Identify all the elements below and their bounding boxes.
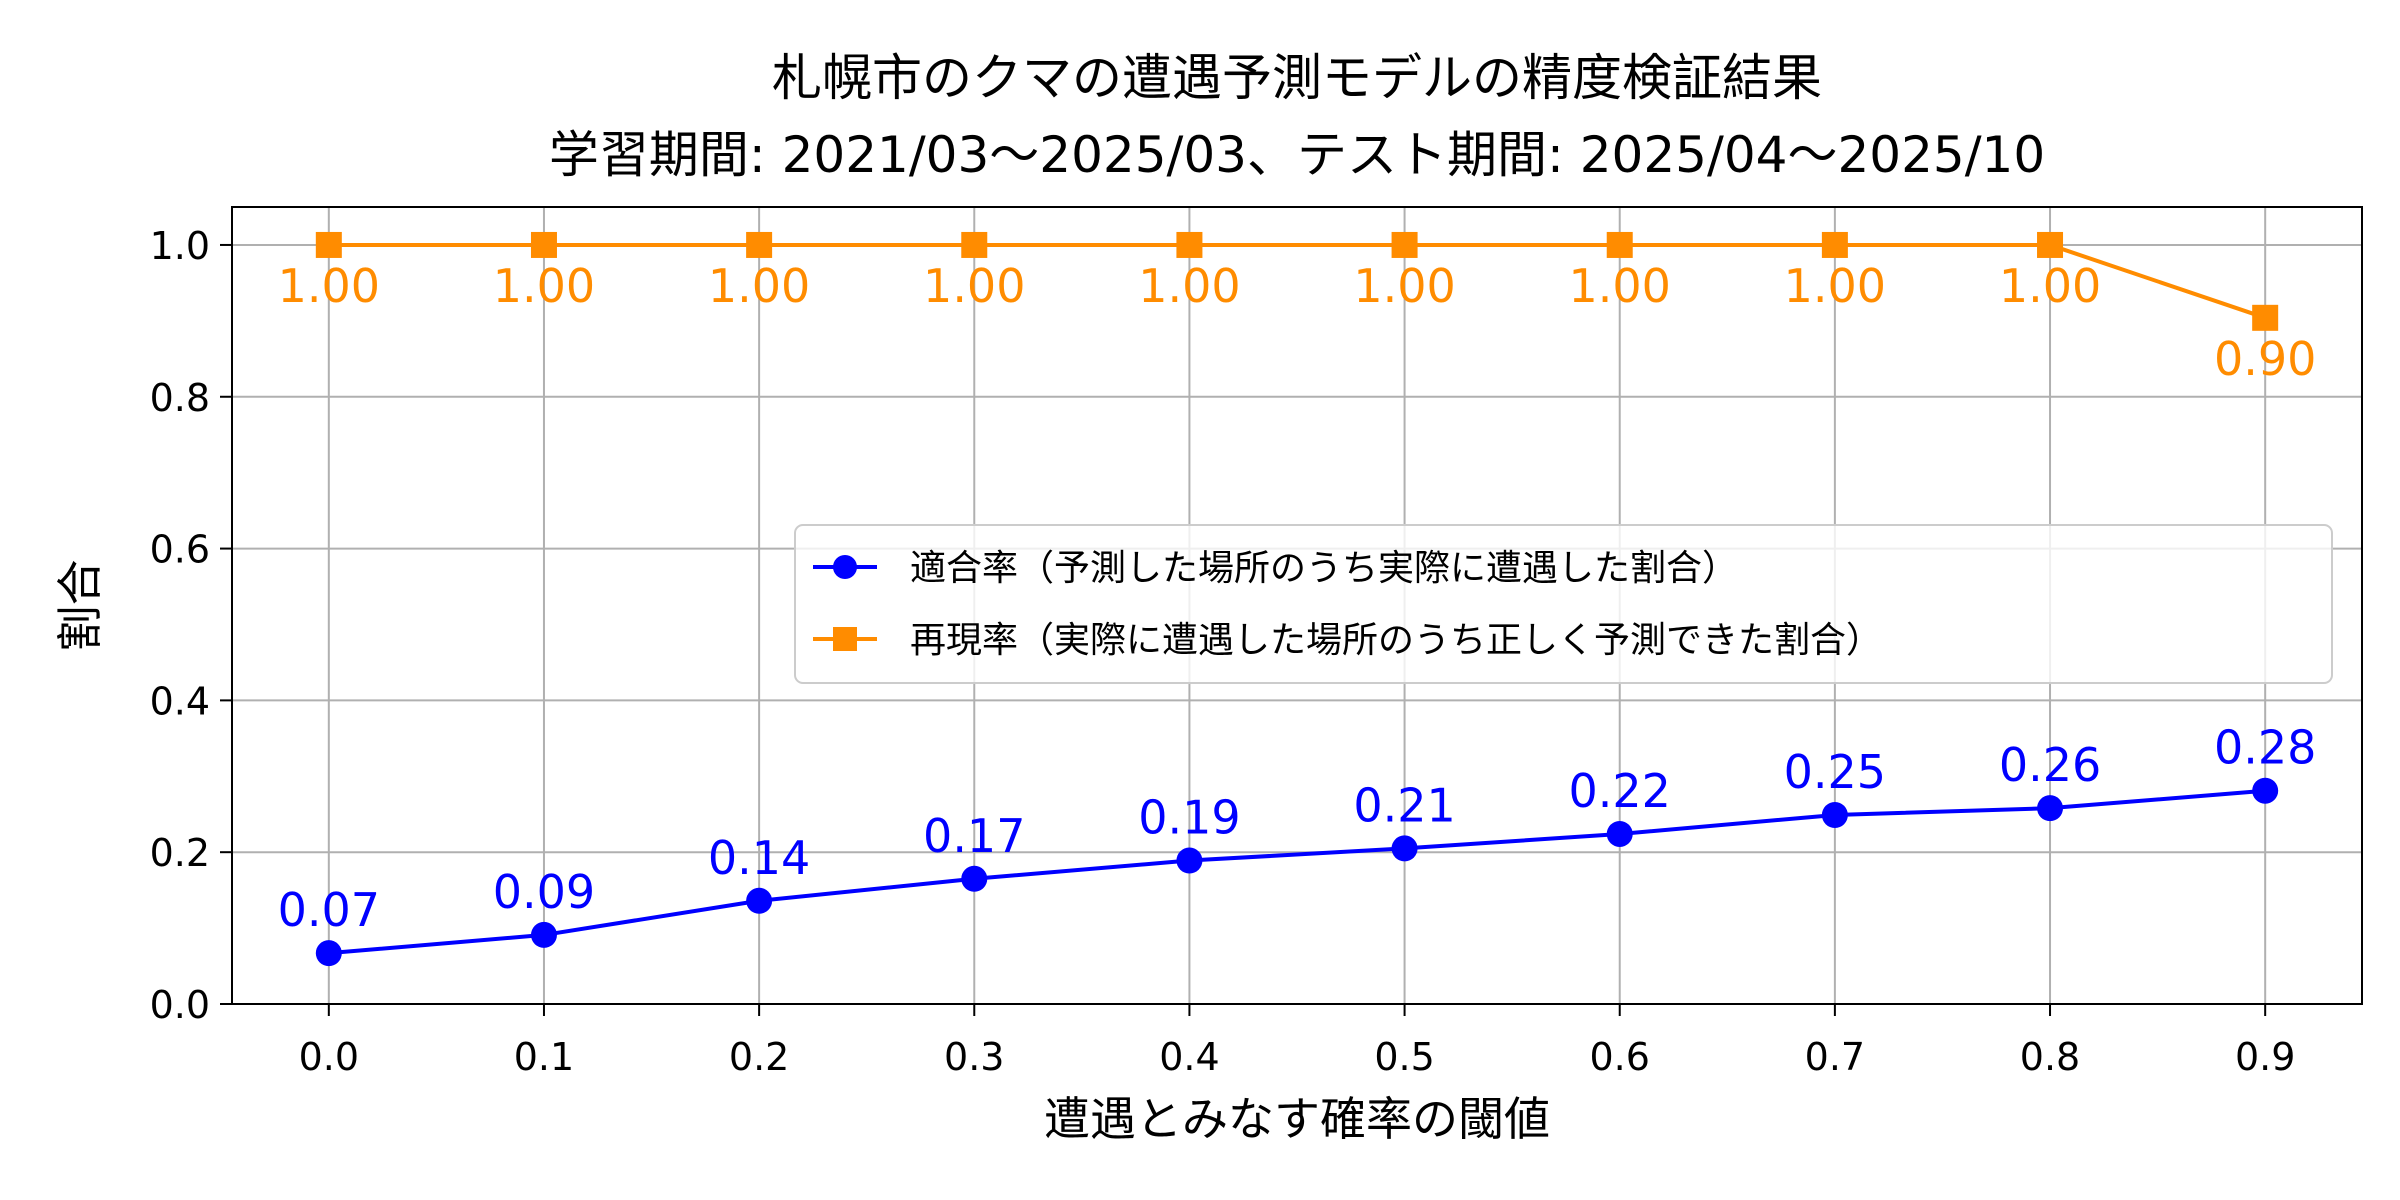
data-label: 0.21 — [1353, 778, 1455, 832]
y-tick-label: 1.0 — [150, 224, 210, 268]
data-label: 0.14 — [708, 831, 810, 885]
data-point — [1391, 835, 1418, 862]
x-axis-label: 遭遇とみなす確率の閾値 — [1044, 1092, 1550, 1146]
y-axis-label: 割合 — [53, 560, 107, 652]
data-label: 1.00 — [493, 259, 595, 313]
legend-marker — [833, 627, 857, 651]
x-tick-label: 0.6 — [1590, 1035, 1650, 1079]
legend-label: 再現率（実際に遭遇した場所のうち正しく予測できた割合） — [910, 620, 1882, 661]
data-label: 0.17 — [923, 809, 1025, 863]
chart-subtitle: 学習期間: 2021/03〜2025/03、テスト期間: 2025/04〜202… — [549, 126, 2045, 184]
chart-container: 札幌市のクマの遭遇予測モデルの精度検証結果 学習期間: 2021/03〜2025… — [0, 0, 2400, 1200]
y-tick-label: 0.0 — [150, 983, 210, 1027]
data-label: 0.28 — [2214, 721, 2316, 775]
data-label: 1.00 — [278, 259, 380, 313]
y-tick-label: 0.2 — [150, 831, 210, 875]
line-chart: 札幌市のクマの遭遇予測モデルの精度検証結果 学習期間: 2021/03〜2025… — [53, 49, 2363, 1146]
data-point — [1176, 231, 1203, 258]
data-point — [530, 231, 557, 258]
x-tick-label: 0.8 — [2020, 1035, 2080, 1079]
data-point — [746, 231, 773, 258]
series-line — [328, 242, 2266, 320]
y-tick-label: 0.6 — [150, 528, 210, 572]
data-label: 0.19 — [1138, 791, 1240, 845]
data-label: 0.09 — [493, 865, 595, 919]
data-label: 0.22 — [1569, 764, 1671, 818]
data-label: 0.26 — [1999, 738, 2101, 792]
data-point — [530, 921, 557, 948]
data-label: 1.00 — [1353, 259, 1455, 313]
data-point — [1606, 820, 1633, 847]
series-line — [328, 788, 2266, 956]
data-point — [2252, 304, 2279, 331]
series-1: 0.07 0.09 0.14 0.17 0.19 0.21 0.22 0.25 0.26 0.28 — [278, 721, 2316, 967]
data-label: 0.07 — [278, 883, 380, 937]
x-tick-label: 0.9 — [2235, 1035, 2295, 1079]
x-tick-label: 0.5 — [1374, 1035, 1434, 1079]
data-point — [1606, 231, 1633, 258]
x-tick-label: 0.4 — [1159, 1035, 1219, 1079]
data-label: 1.00 — [1999, 259, 2101, 313]
chart-title: 札幌市のクマの遭遇予測モデルの精度検証結果 — [772, 49, 1822, 107]
data-label: 0.25 — [1784, 745, 1886, 799]
x-tick-label: 0.1 — [514, 1035, 574, 1079]
data-point — [1821, 801, 1848, 828]
data-point — [2252, 777, 2279, 804]
data-label: 1.00 — [708, 259, 810, 313]
data-label: 1.00 — [923, 259, 1025, 313]
data-point — [746, 887, 773, 914]
x-tick-label: 0.7 — [1805, 1035, 1865, 1079]
data-point — [961, 865, 988, 892]
x-tick-label: 0.0 — [299, 1035, 359, 1079]
legend-item-2: 再現率（実際に遭遇した場所のうち正しく予測できた割合） — [813, 620, 1882, 661]
data-point — [315, 231, 342, 258]
data-point — [961, 231, 988, 258]
data-label: 1.00 — [1784, 259, 1886, 313]
legend: 適合率（予測した場所のうち実際に遭遇した割合） 再現率（実際に遭遇した場所のうち正… — [794, 524, 2333, 684]
data-point — [2037, 231, 2064, 258]
data-point — [2037, 795, 2064, 822]
y-tick-label: 0.8 — [150, 376, 210, 420]
data-point — [315, 940, 342, 967]
data-point — [1176, 847, 1203, 874]
y-tick-label: 0.4 — [150, 679, 210, 723]
data-point — [1821, 231, 1848, 258]
series-2: 1.00 1.00 1.00 1.00 1.00 1.00 1.00 1.00 1.00 0.90 — [278, 231, 2316, 386]
data-label: 1.00 — [1138, 259, 1240, 313]
legend-label: 適合率（予測した場所のうち実際に遭遇した割合） — [910, 548, 1738, 589]
legend-marker — [833, 555, 857, 579]
data-label: 0.90 — [2214, 332, 2316, 386]
data-label: 1.00 — [1569, 259, 1671, 313]
x-tick-label: 0.3 — [944, 1035, 1004, 1079]
legend-item-1: 適合率（予測した場所のうち実際に遭遇した割合） — [813, 548, 1738, 589]
x-tick-label: 0.2 — [729, 1035, 789, 1079]
data-point — [1391, 231, 1418, 258]
